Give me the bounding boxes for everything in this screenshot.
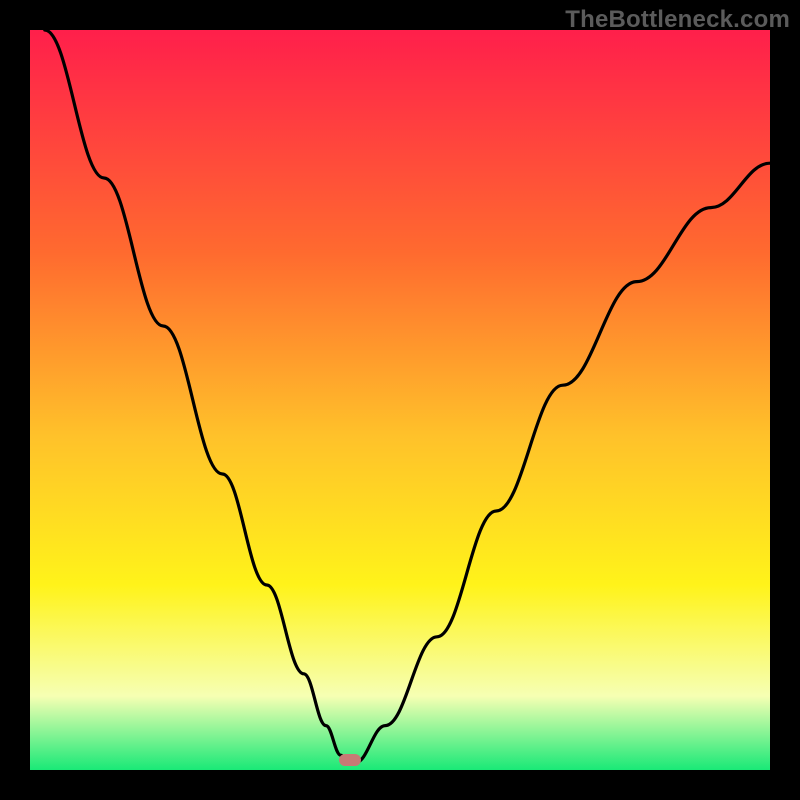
watermark-text: TheBottleneck.com bbox=[565, 6, 790, 34]
bottleneck-curve bbox=[30, 30, 770, 770]
chart-frame: TheBottleneck.com bbox=[0, 0, 800, 800]
curve-left-branch bbox=[45, 30, 348, 763]
optimum-marker bbox=[339, 754, 361, 766]
plot-area bbox=[30, 30, 770, 770]
curve-right-branch bbox=[356, 163, 770, 762]
